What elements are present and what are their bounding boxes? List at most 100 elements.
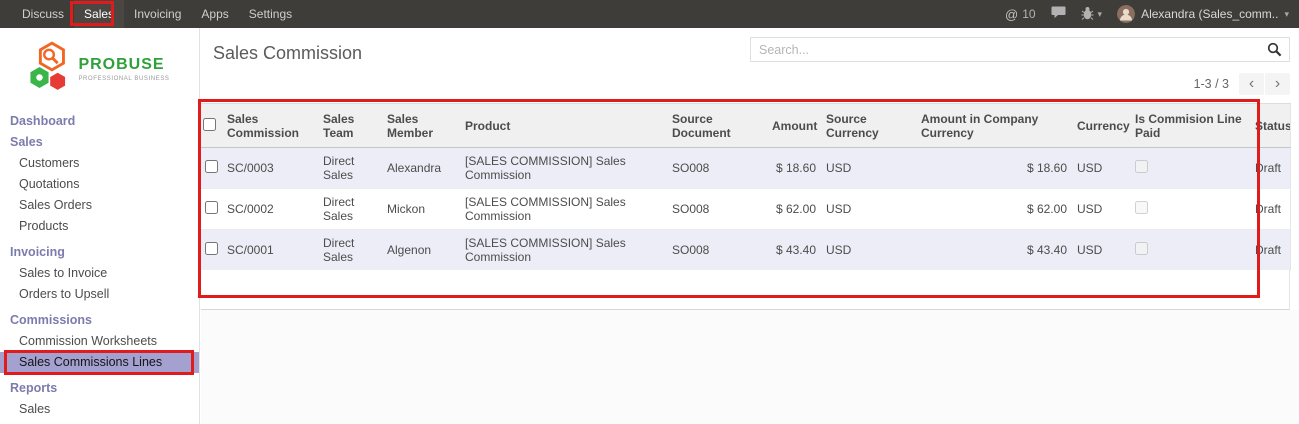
col-is-commission-line-paid[interactable]: Is Commision Line Paid [1130,104,1250,148]
menu-discuss[interactable]: Discuss [12,0,74,28]
sidebar-heading-commissions[interactable]: Commissions [0,310,199,331]
paid-checkbox [1135,242,1148,255]
pager-range: 1-3 / 3 [1194,77,1229,91]
cell-status: Draft [1250,230,1290,271]
pager: 1-3 / 3 ‹ › [1194,73,1290,95]
search-icon[interactable] [1259,42,1289,57]
row-select-checkbox[interactable] [205,160,218,173]
sidebar-item-sales-commissions-lines[interactable]: Sales Commissions Lines [0,352,199,373]
cell-currency: USD [1072,230,1130,271]
menu-settings[interactable]: Settings [239,0,302,28]
cell-currency: USD [1072,148,1130,189]
cell-amount-company-currency: $ 43.40 [916,230,1072,271]
cell-is-paid [1130,189,1250,230]
cell-sales-team: Direct Sales [318,148,382,189]
menu-apps[interactable]: Apps [191,0,238,28]
pager-buttons: ‹ › [1239,73,1290,95]
table-row[interactable]: SC/0003 Direct Sales Alexandra [SALES CO… [201,148,1290,189]
bug-icon [1081,6,1094,23]
cell-source-currency: USD [821,189,916,230]
cell-is-paid [1130,148,1250,189]
logo-text: PROBUSE PROFESSIONAL BUSINESS [78,56,169,82]
pager-previous-button[interactable]: ‹ [1239,73,1264,95]
cell-product: [SALES COMMISSION] Sales Commission [460,230,667,271]
cell-sales-member: Mickon [382,189,460,230]
cell-sales-commission: SC/0001 [222,230,318,271]
sidebar-heading-reports[interactable]: Reports [0,378,199,399]
col-product[interactable]: Product [460,104,667,148]
search-box [750,37,1290,62]
sidebar-item-orders-to-upsell[interactable]: Orders to Upsell [0,284,199,305]
cell-sales-commission: SC/0003 [222,148,318,189]
row-select-cell [201,148,222,189]
cell-sales-commission: SC/0002 [222,189,318,230]
activities-icon: @ [1005,7,1018,22]
cell-currency: USD [1072,189,1130,230]
debug-menu[interactable]: ▾ [1081,6,1103,23]
pager-next-button[interactable]: › [1265,73,1290,95]
menu-invoicing[interactable]: Invoicing [124,0,191,28]
sidebar-item-commission-worksheets[interactable]: Commission Worksheets [0,331,199,352]
col-source-document[interactable]: Source Document [667,104,767,148]
sidebar-heading-invoicing[interactable]: Invoicing [0,242,199,263]
sidebar-item-customers[interactable]: Customers [0,153,199,174]
topbar-right: @ 10 [1005,0,1299,28]
brand-name: PROBUSE [78,56,169,74]
table-row[interactable]: SC/0001 Direct Sales Algenon [SALES COMM… [201,230,1290,271]
sidebar-item-products[interactable]: Products [0,216,199,237]
row-select-checkbox[interactable] [205,201,218,214]
sidebar-heading-dashboard[interactable]: Dashboard [0,111,199,132]
sidebar-item-reports-sales[interactable]: Sales [0,399,199,420]
cell-sales-member: Algenon [382,230,460,271]
col-currency[interactable]: Currency [1072,104,1130,148]
sidebar-item-sales-to-invoice[interactable]: Sales to Invoice [0,263,199,284]
paid-checkbox [1135,201,1148,214]
sheet-empty-area [201,270,1290,310]
topbar: Discuss Sales Invoicing Apps Settings @ … [0,0,1299,28]
col-amount[interactable]: Amount [767,104,821,148]
avatar [1117,5,1135,23]
sidebar-nav: Dashboard Sales Customers Quotations Sal… [0,111,199,420]
activities-menu[interactable]: @ 10 [1005,7,1036,22]
cell-amount: $ 62.00 [767,189,821,230]
commission-lines-table: Sales Commission Sales Team Sales Member… [201,103,1291,271]
row-select-cell [201,230,222,271]
user-name: Alexandra (Sales_comm.. [1141,7,1278,21]
cell-is-paid [1130,230,1250,271]
content-footer-area [201,310,1299,424]
brand-tagline: PROFESSIONAL BUSINESS [78,76,169,83]
chevron-down-icon: ▾ [1098,9,1103,20]
app-menu: Discuss Sales Invoicing Apps Settings [0,0,302,28]
cell-sales-team: Direct Sales [318,189,382,230]
col-sales-member[interactable]: Sales Member [382,104,460,148]
row-select-checkbox[interactable] [205,242,218,255]
page-title: Sales Commission [213,43,362,64]
sidebar-item-sales-orders[interactable]: Sales Orders [0,195,199,216]
menu-sales[interactable]: Sales [74,0,124,28]
sidebar: PROBUSE PROFESSIONAL BUSINESS Dashboard … [0,28,200,424]
col-sales-team[interactable]: Sales Team [318,104,382,148]
col-source-currency[interactable]: Source Currency [821,104,916,148]
cell-source-document: SO008 [667,189,767,230]
search-input[interactable] [751,43,1259,57]
chevron-down-icon: ▾ [1284,9,1289,20]
paid-checkbox [1135,160,1148,173]
col-status[interactable]: Status [1250,104,1290,148]
user-menu[interactable]: Alexandra (Sales_comm.. ▾ [1117,5,1289,23]
cell-sales-team: Direct Sales [318,230,382,271]
cell-amount-company-currency: $ 18.60 [916,148,1072,189]
col-sales-commission[interactable]: Sales Commission [222,104,318,148]
activities-count: 10 [1022,7,1035,21]
row-select-cell [201,189,222,230]
select-all-checkbox[interactable] [203,118,216,131]
table-row[interactable]: SC/0002 Direct Sales Mickon [SALES COMMI… [201,189,1290,230]
company-logo: PROBUSE PROFESSIONAL BUSINESS [0,28,199,111]
cell-product: [SALES COMMISSION] Sales Commission [460,189,667,230]
sidebar-heading-sales[interactable]: Sales [0,132,199,153]
cell-source-currency: USD [821,148,916,189]
cell-status: Draft [1250,148,1290,189]
cell-source-document: SO008 [667,148,767,189]
sidebar-item-quotations[interactable]: Quotations [0,174,199,195]
messages-menu[interactable] [1051,6,1066,22]
col-amount-company-currency[interactable]: Amount in Company Currency [916,104,1072,148]
